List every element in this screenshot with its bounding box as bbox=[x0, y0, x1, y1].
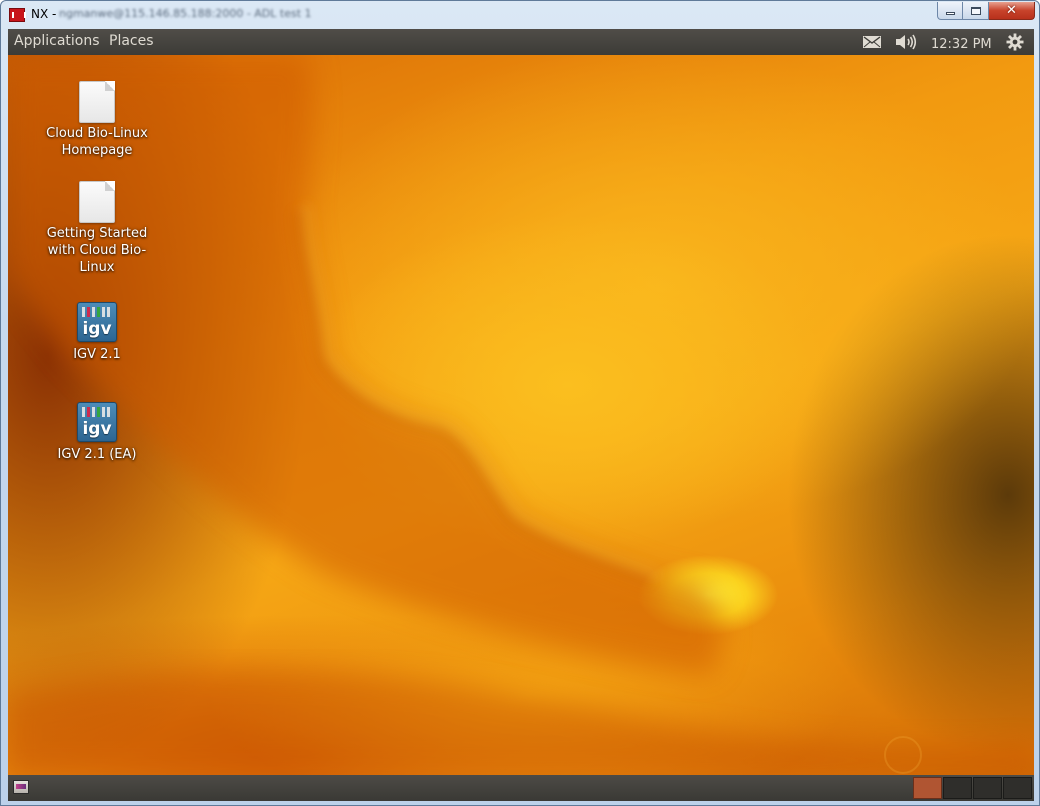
desktop-icon-label: Getting Started with Cloud Bio- Linux bbox=[47, 225, 148, 276]
window-titlebar[interactable]: NX - ngmanwe@115.146.85.188:2000 - ADL t… bbox=[1, 1, 1040, 29]
close-button[interactable]: ✕ bbox=[989, 2, 1035, 20]
show-desktop-icon[interactable] bbox=[13, 780, 29, 794]
label-line: Homepage bbox=[61, 143, 133, 158]
close-icon: ✕ bbox=[1006, 3, 1017, 18]
window-title: NX - bbox=[31, 7, 57, 21]
window-title-obscured: ngmanwe@115.146.85.188:2000 - ADL test 1 bbox=[59, 7, 312, 20]
maximize-button[interactable] bbox=[963, 2, 989, 20]
igv-icon-text: igv bbox=[82, 319, 112, 339]
igv-icon: igv bbox=[77, 402, 117, 442]
label-line: Linux bbox=[79, 260, 115, 275]
igv-track-bars bbox=[82, 407, 112, 417]
top-panel: Applications Places 12:32 PM bbox=[8, 29, 1034, 55]
document-icon bbox=[79, 181, 115, 223]
speaker-icon[interactable] bbox=[894, 32, 918, 52]
desktop-icon-label: IGV 2.1 bbox=[73, 347, 121, 362]
workspace-4[interactable] bbox=[1003, 777, 1032, 799]
desktop-icon-cloud-biolinux-homepage[interactable]: Cloud Bio-Linux Homepage bbox=[37, 81, 157, 159]
igv-icon: igv bbox=[77, 302, 117, 342]
envelope-icon[interactable] bbox=[861, 32, 883, 52]
document-icon bbox=[79, 81, 115, 123]
desktop-icon-igv-2-1-ea[interactable]: igv IGV 2.1 (EA) bbox=[37, 402, 157, 463]
window-controls: ✕ bbox=[937, 2, 1035, 20]
nx-app-icon[interactable] bbox=[9, 8, 26, 22]
desktop-icon-getting-started[interactable]: Getting Started with Cloud Bio- Linux bbox=[37, 181, 157, 276]
nx-client-window: NX - ngmanwe@115.146.85.188:2000 - ADL t… bbox=[0, 0, 1040, 806]
igv-track-bars bbox=[82, 307, 112, 317]
desktop-icon-label: IGV 2.1 (EA) bbox=[57, 447, 137, 462]
label-line: Cloud Bio-Linux bbox=[46, 126, 148, 141]
label-line: Getting Started bbox=[46, 226, 148, 241]
workspace-2[interactable] bbox=[943, 777, 972, 799]
igv-icon-text: igv bbox=[82, 419, 112, 439]
minimize-icon bbox=[945, 12, 955, 15]
label-line: with Cloud Bio- bbox=[47, 243, 147, 258]
remote-desktop-screen[interactable]: Applications Places 12:32 PM Cloud Bio-L… bbox=[8, 29, 1034, 801]
desktop-icon-igv-2-1[interactable]: igv IGV 2.1 bbox=[37, 302, 157, 363]
places-menu[interactable]: Places bbox=[109, 33, 154, 49]
gear-icon[interactable] bbox=[1005, 32, 1025, 52]
desktop-wallpaper[interactable] bbox=[8, 55, 1034, 775]
workspace-1[interactable] bbox=[913, 777, 942, 799]
maximize-icon bbox=[970, 6, 981, 15]
desktop-icon-label: Cloud Bio-Linux Homepage bbox=[46, 125, 148, 159]
applications-menu[interactable]: Applications bbox=[14, 33, 100, 49]
workspace-3[interactable] bbox=[973, 777, 1002, 799]
clock[interactable]: 12:32 PM bbox=[931, 34, 992, 54]
minimize-button[interactable] bbox=[937, 2, 963, 20]
bottom-panel bbox=[8, 775, 1034, 801]
